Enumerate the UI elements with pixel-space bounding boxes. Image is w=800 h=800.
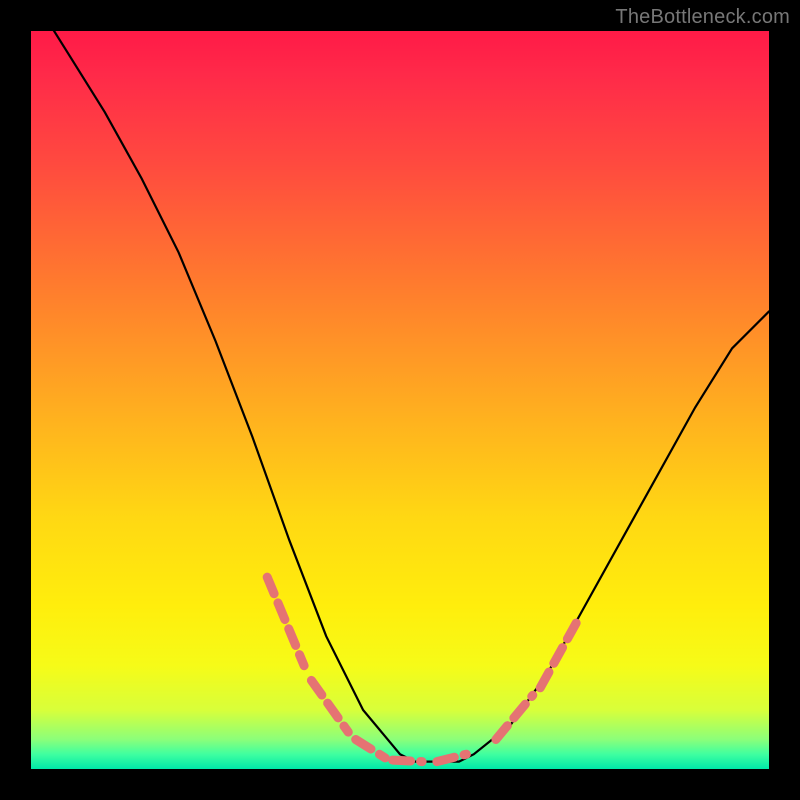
- highlight-segment: [311, 680, 348, 732]
- highlight-segment: [267, 577, 304, 666]
- chart-frame: TheBottleneck.com: [0, 0, 800, 800]
- plot-area: [31, 31, 769, 769]
- highlight-segment: [393, 760, 423, 762]
- highlight-segment: [540, 621, 577, 687]
- highlight-segment: [496, 695, 533, 739]
- highlight-segment: [356, 740, 386, 758]
- bottleneck-curve-svg: [31, 31, 769, 769]
- attribution-label: TheBottleneck.com: [615, 6, 790, 29]
- bottleneck-curve: [31, 31, 769, 762]
